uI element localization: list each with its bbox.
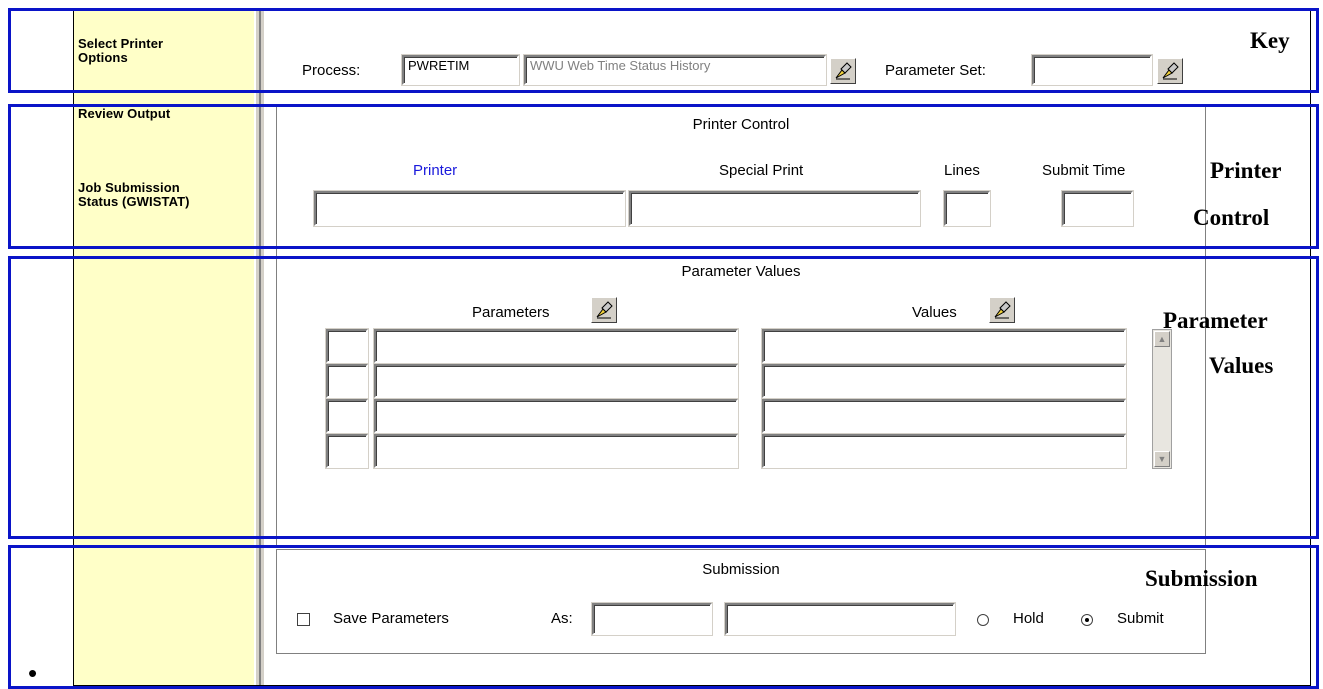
submission-annotation: Submission bbox=[1145, 566, 1258, 591]
parameter-values-annotation-line2: Values bbox=[1209, 353, 1274, 378]
bullet-point: • bbox=[28, 658, 38, 688]
key-annotation: Key bbox=[1250, 28, 1290, 53]
printer-control-annotation-line2: Control bbox=[1193, 205, 1270, 230]
parameter-values-annotation-line1: Parameter bbox=[1163, 308, 1268, 333]
printer-control-annotation-line1: Printer bbox=[1210, 158, 1282, 183]
parameter-values-annotation-box bbox=[8, 256, 1319, 539]
submission-annotation-box bbox=[8, 545, 1319, 689]
printer-control-annotation-box bbox=[8, 104, 1319, 249]
key-annotation-box bbox=[8, 8, 1319, 93]
